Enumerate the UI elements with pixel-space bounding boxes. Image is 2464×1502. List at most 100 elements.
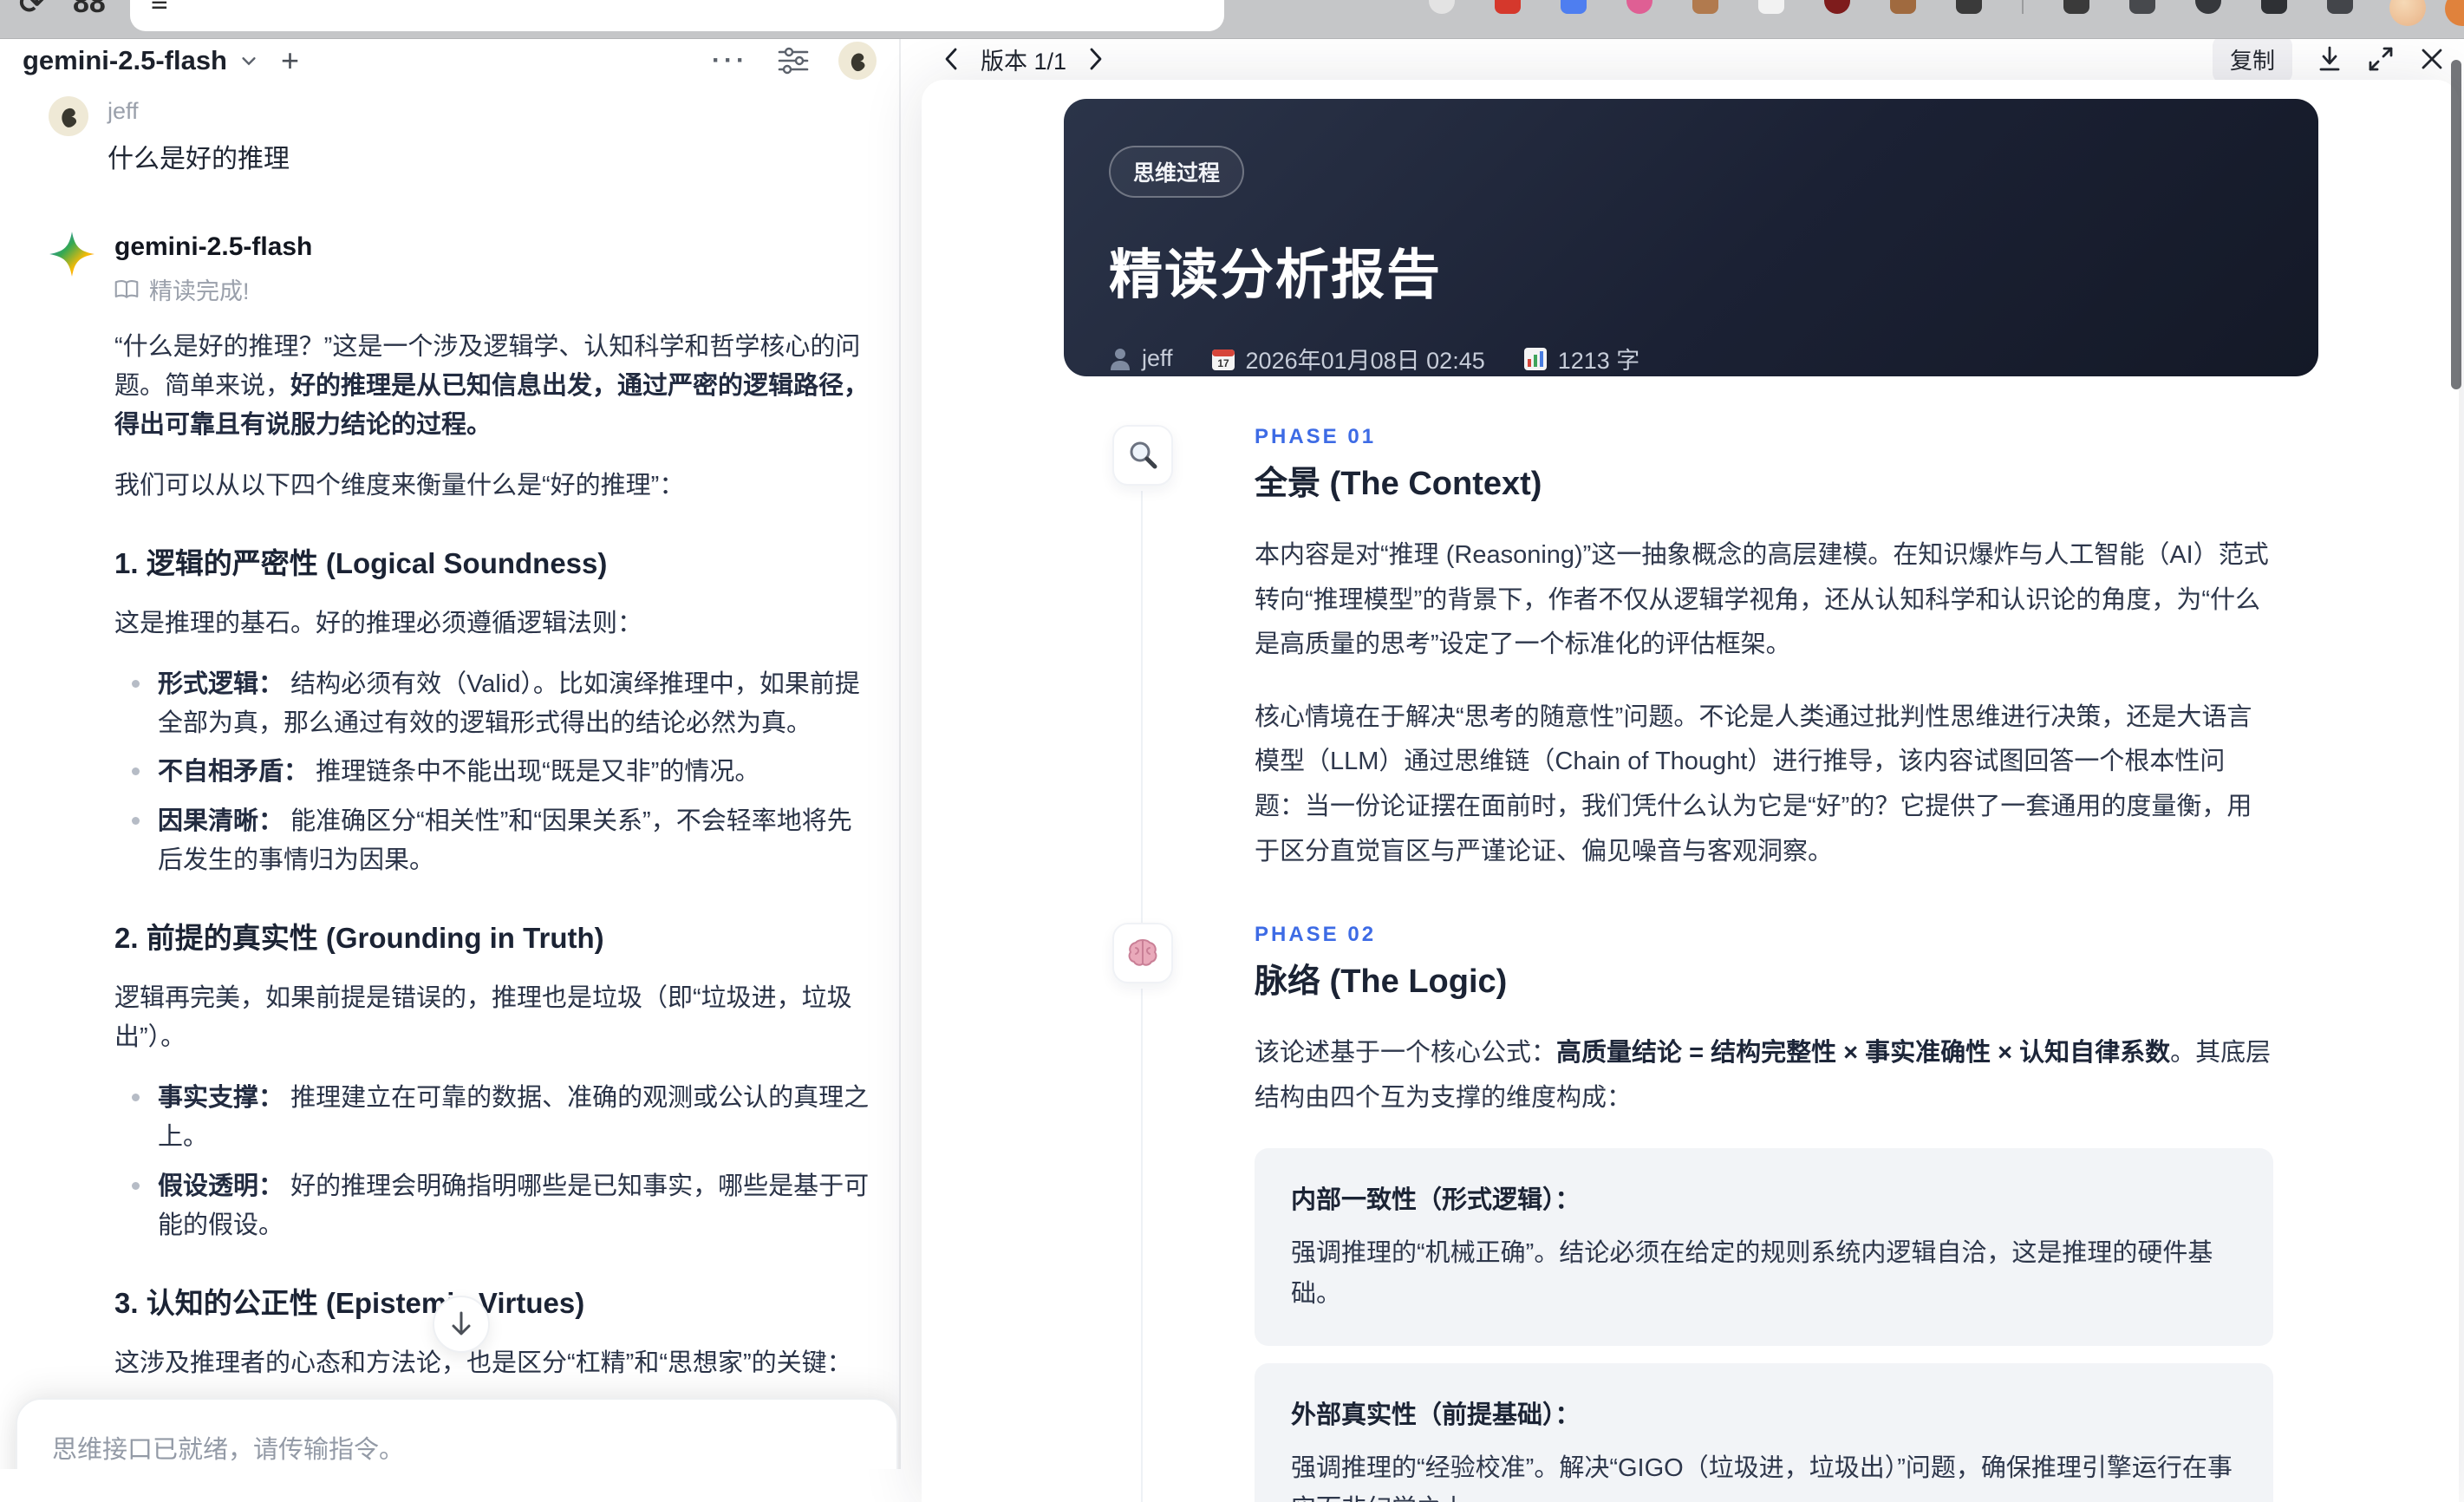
browser-orange-icon[interactable] (2445, 0, 2464, 26)
download-icon[interactable] (2317, 45, 2343, 73)
new-chat-button[interactable]: + (281, 45, 299, 76)
phase-paragraphs: 本内容是对“推理 (Reasoning)”这一抽象概念的高层建模。在知识爆炸与人… (1255, 533, 2273, 874)
artifact-card: 思维过程 精读分析报告 jeff 17 2026年01月08日 02:45 12… (922, 80, 2459, 1502)
book-icon (114, 279, 139, 298)
text-run: 本内容是对“推理 (Reasoning)”这一抽象概念的高层建模。在知识爆炸与人… (1255, 541, 2269, 659)
avatar-art-icon (851, 53, 865, 72)
extension-icon[interactable] (2129, 0, 2155, 14)
magnifier-icon (1112, 425, 1173, 486)
dimension-card-title: 内部一致性（形式逻辑）： (1291, 1186, 1581, 1215)
phase-title: 全景 (The Context) (1255, 466, 1542, 502)
text-run: 核心情境在于解决“思考的随意性”问题。不论是人类通过批判性思维进行决策，还是大语… (1255, 702, 2252, 865)
extension-icon[interactable] (1561, 0, 1587, 14)
copy-button[interactable]: 复制 (2212, 35, 2292, 83)
assistant-turn: gemini-2.5-flash 精读完成! “什么是好的推理？”这是一个涉及逻… (49, 231, 875, 1469)
browser-profile-avatar[interactable] (2389, 0, 2426, 26)
text-run: 我们可以从以下四个维度来衡量什么是“好的推理”： (114, 471, 685, 500)
bullet-item: 假设透明： 好的推理会明确指明哪些是已知事实，哪些是基于可能的假设。 (132, 1167, 875, 1245)
text-run: 这是推理的基石。好的推理必须遵循逻辑法则： (114, 609, 643, 637)
text-run: 不自相矛盾： (158, 758, 310, 787)
url-bar[interactable]: ≡ (130, 0, 1224, 31)
text-run: 逻辑再完美，如果前提是错误的，推理也是垃圾（即“垃圾进，垃圾出”）。 (114, 984, 852, 1052)
model-selector[interactable]: gemini-2.5-flash (23, 45, 258, 76)
chat-scroll-area[interactable]: jeff 什么是好的推理 gemini-2.5-flash 精读完成! “什么是… (0, 88, 899, 1469)
assistant-paragraph: 这涉及推理者的心态和方法论，也是区分“杠精”和“思想家”的关键： (114, 1344, 875, 1383)
extension-icon[interactable] (1495, 0, 1521, 14)
report-meta: jeff 17 2026年01月08日 02:45 1213 字 (1109, 342, 2273, 376)
extension-icon[interactable] (1890, 0, 1916, 14)
chat-panel: gemini-2.5-flash + ··· jeff 什么是好的推理 gemi… (0, 39, 901, 1469)
report-hero: 思维过程 精读分析报告 jeff 17 2026年01月08日 02:45 12… (1064, 99, 2318, 376)
extension-icon[interactable] (2327, 0, 2353, 14)
assistant-bullet-list: 事实支撑： 推理建立在可靠的数据、准确的观测或公认的真理之上。 假设透明： 好的推… (114, 1079, 875, 1245)
person-icon (1111, 348, 1130, 370)
assistant-status-text: 精读完成! (149, 278, 250, 304)
assistant-name: gemini-2.5-flash (114, 232, 313, 261)
chevron-down-icon (242, 57, 256, 66)
text-run: 推理链条中不能出现“既是又非”的情况。 (309, 758, 760, 787)
extension-icon[interactable] (1956, 0, 1982, 14)
expand-icon[interactable] (2367, 45, 2395, 73)
extension-icon[interactable] (1758, 0, 1784, 14)
meta-word-count: 1213 字 (1523, 342, 1639, 376)
bar-chart-icon (1523, 347, 1547, 370)
extension-icon[interactable] (1824, 0, 1850, 14)
chevron-right-icon[interactable] (1087, 47, 1105, 71)
more-options-button[interactable]: ··· (712, 48, 748, 74)
browser-toolbar: ⟳ 88 ≡ (0, 0, 2464, 39)
close-icon[interactable] (2419, 46, 2445, 72)
brain-icon (1112, 923, 1173, 984)
phase-label: PHASE 02 (1255, 923, 1377, 947)
report-title: 精读分析报告 (1109, 245, 1443, 305)
user-message-text: 什么是好的推理 (108, 145, 290, 173)
extension-icon[interactable] (1692, 0, 1718, 14)
user-avatar[interactable] (838, 42, 877, 80)
phase-paragraph: 该论述基于一个核心公式：高质量结论 = 结构完整性 × 事实准确性 × 认知自律… (1255, 1031, 2273, 1120)
separator (2022, 0, 2024, 14)
assistant-paragraph: 逻辑再完美，如果前提是错误的，推理也是垃圾（即“垃圾进，垃圾出”）。 (114, 979, 875, 1057)
tab-counter[interactable]: 88 (73, 0, 106, 20)
dimension-card-body: 强调推理的“机械正确”。结论必须在给定的规则系统内逻辑自洽，这是推理的硬件基础。 (1291, 1239, 2213, 1309)
version-label: 版本 1/1 (981, 48, 1067, 75)
chevron-left-icon[interactable] (942, 47, 960, 71)
phase-section: PHASE 01 全景 (The Context) 本内容是对“推理 (Reason… (1112, 425, 2273, 936)
extension-icon[interactable] (2063, 0, 2089, 14)
dimension-card-body: 强调推理的“经验校准”。解决“GIGO（垃圾进，垃圾出）”问题，确保推理引擎运行… (1291, 1454, 2233, 1502)
list-icon[interactable]: ≡ (151, 0, 168, 20)
scrollbar-thumb[interactable] (2451, 60, 2461, 389)
bullet-item: 形式逻辑： 结构必须有效（Valid）。比如演绎推理中，如果前提全部为真，那么通… (132, 665, 875, 743)
phase-section: PHASE 02 脉络 (The Logic) 该论述基于一个核心公式：高质量结论 … (1112, 923, 2273, 1502)
artifact-panel: 版本 1/1 复制 思维过程 精读分析报告 jeff 17 2026年01月08… (901, 35, 2464, 1502)
gemini-logo-icon (49, 231, 95, 1469)
phase-list: PHASE 01 全景 (The Context) 本内容是对“推理 (Reason… (922, 425, 2459, 1502)
extension-icon[interactable] (2261, 0, 2287, 14)
dimension-card: 内部一致性（形式逻辑）： 强调推理的“机械正确”。结论必须在给定的规则系统内逻辑自… (1255, 1148, 2273, 1347)
text-run: 假设透明： (158, 1172, 284, 1200)
bullet-item: 不自相矛盾： 推理链条中不能出现“既是又非”的情况。 (132, 753, 875, 792)
assistant-section-heading: 3. 认知的公正性 (Epistemic Virtues) (114, 1286, 585, 1319)
sliders-icon[interactable] (778, 47, 809, 75)
extension-icon[interactable] (2195, 0, 2221, 14)
user-turn: jeff 什么是好的推理 (49, 96, 875, 175)
chat-header: gemini-2.5-flash + ··· (0, 39, 899, 82)
extension-icon[interactable] (1626, 0, 1652, 14)
arrow-down-icon (452, 1311, 471, 1335)
text-run: 这涉及推理者的心态和方法论，也是区分“杠精”和“思想家”的关键： (114, 1349, 852, 1377)
bullet-item: 因果清晰： 能准确区分“相关性”和“因果关系”，不会轻率地将先后发生的事情归为因… (132, 802, 875, 880)
model-name: gemini-2.5-flash (23, 45, 227, 75)
phase-label: PHASE 01 (1255, 425, 1377, 448)
reload-icon[interactable]: ⟳ (19, 0, 44, 21)
meta-date: 17 2026年01月08日 02:45 (1211, 342, 1485, 376)
user-avatar (49, 96, 88, 136)
text-run: 形式逻辑： (158, 669, 284, 698)
text-run: 因果清晰： (158, 807, 284, 836)
phase-paragraphs: 该论述基于一个核心公式：高质量结论 = 结构完整性 × 事实准确性 × 认知自律… (1255, 1031, 2273, 1120)
composer-input[interactable]: 思维接口已就绪，请传输指令。 (17, 1400, 896, 1466)
phase-title: 脉络 (The Logic) (1255, 963, 1508, 1001)
meta-author: jeff (1109, 345, 1173, 372)
scroll-to-bottom-button[interactable] (433, 1296, 490, 1353)
extension-icon[interactable] (1429, 0, 1455, 14)
assistant-paragraph: 我们可以从以下四个维度来衡量什么是“好的推理”： (114, 467, 875, 506)
svg-text:17: 17 (1217, 357, 1229, 369)
assistant-bullet-list: 形式逻辑： 结构必须有效（Valid）。比如演绎推理中，如果前提全部为真，那么通… (114, 665, 875, 881)
